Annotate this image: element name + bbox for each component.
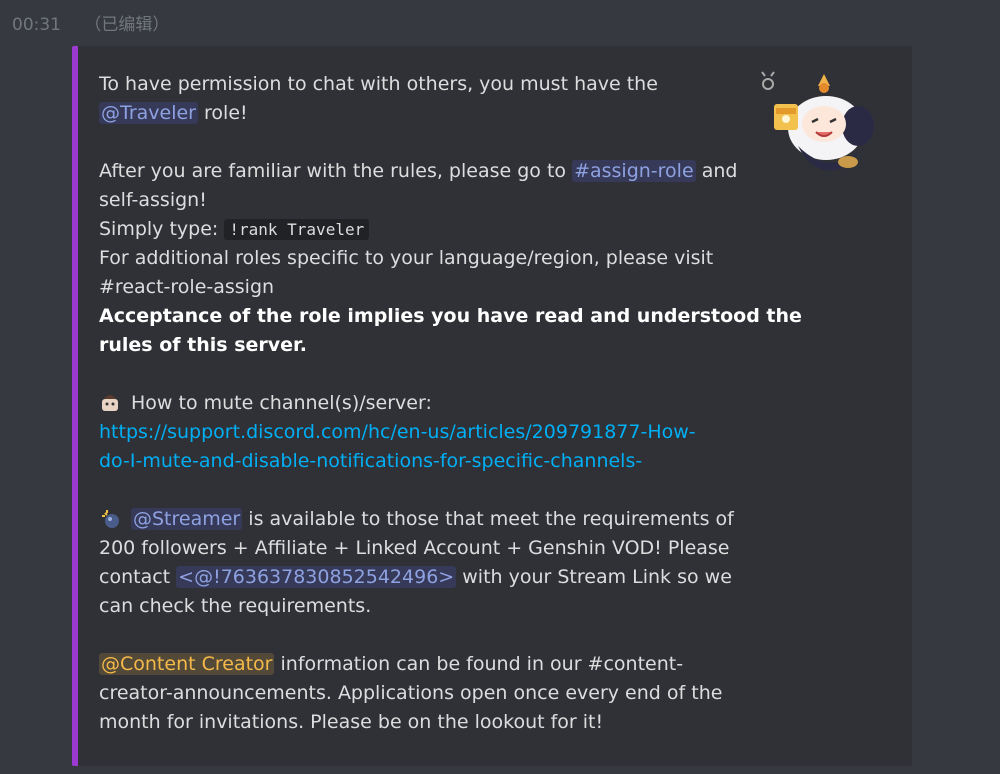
additional-roles-line: For additional roles specific to your la…	[99, 244, 739, 273]
rules-embed: To have permission to chat with others, …	[72, 46, 912, 766]
acceptance-text-2: rules of this server.	[99, 334, 307, 356]
content-creator-role-mention[interactable]: @Content Creator	[99, 653, 275, 675]
role-suffix-text: role!	[197, 102, 248, 124]
user-mention[interactable]: <@!763637830852542496>	[176, 566, 457, 588]
permission-text: To have permission to chat with others, …	[99, 73, 658, 95]
streamer-role-mention[interactable]: @Streamer	[131, 508, 243, 530]
message-meta: 00:31 （已编辑）	[12, 10, 169, 35]
paragraph-permission-2: @Traveler role!	[99, 99, 739, 128]
additional-roles-text: For additional roles specific to your la…	[99, 247, 714, 269]
acceptance-line: Acceptance of the role implies you have …	[99, 302, 802, 331]
discord-message-view: 00:31 （已编辑） To have permission to chat w…	[0, 0, 1000, 774]
content-creator-text-2: creator-announcements. Applications open…	[99, 682, 723, 704]
streamer-requirements-text: 200 followers + Affiliate + Linked Accou…	[99, 537, 730, 559]
traveler-role-mention[interactable]: @Traveler	[99, 102, 198, 124]
simply-type-line: Simply type: !rank Traveler	[99, 215, 739, 244]
paragraph-assign-2: self-assign!	[99, 186, 739, 215]
contact-label: contact	[99, 566, 177, 588]
content-creator-text: information can be found in our #content…	[274, 653, 684, 675]
contact-line: contact <@!763637830852542496> with your…	[99, 563, 739, 592]
edited-indicator: （已编辑）	[84, 15, 170, 35]
mute-link-text-1[interactable]: https://support.discord.com/hc/en-us/art…	[99, 421, 696, 443]
mute-label: How to mute channel(s)/server:	[131, 392, 432, 414]
mute-link-text-2[interactable]: do-I-mute-and-disable-notifications-for-…	[99, 450, 642, 472]
contact-tail-text: can check the requirements.	[99, 595, 372, 617]
acceptance-line-2: rules of this server.	[99, 331, 739, 360]
streamer-line: @Streamer is available to those that mee…	[99, 505, 739, 534]
embed-description: To have permission to chat with others, …	[99, 70, 802, 737]
sparkle-bomb-emoji-icon	[102, 510, 119, 528]
mute-help-link-2[interactable]: do-I-mute-and-disable-notifications-for-…	[99, 447, 739, 476]
rank-command-code: !rank Traveler	[224, 219, 370, 240]
simply-type-label: Simply type:	[99, 218, 225, 240]
streamer-text: is available to those that meet the requ…	[242, 508, 734, 530]
mute-emoji-icon	[102, 395, 118, 411]
streamer-line-2: 200 followers + Affiliate + Linked Accou…	[99, 534, 739, 563]
message-timestamp[interactable]: 00:31	[12, 15, 61, 35]
paragraph-permission: To have permission to chat with others, …	[99, 70, 739, 99]
content-creator-line-3: month for invitations. Please be on the …	[99, 708, 739, 737]
react-role-line: #react-role-assign	[99, 273, 739, 302]
acceptance-text: Acceptance of the role implies you have …	[99, 305, 802, 327]
assign-text: After you are familiar with the rules, p…	[99, 160, 573, 182]
assign-role-channel-link[interactable]: #assign-role	[572, 160, 696, 182]
mute-help-link[interactable]: https://support.discord.com/hc/en-us/art…	[99, 418, 739, 447]
content-creator-text-3: month for invitations. Please be on the …	[99, 711, 604, 733]
contact-line-2: can check the requirements.	[99, 592, 739, 621]
paragraph-assign: After you are familiar with the rules, p…	[99, 157, 739, 186]
mute-line: How to mute channel(s)/server:	[99, 389, 739, 418]
self-assign-text: self-assign!	[99, 189, 207, 211]
assign-after-text: and	[695, 160, 738, 182]
content-creator-line-2: creator-announcements. Applications open…	[99, 679, 739, 708]
contact-after-text: with your Stream Link so we	[456, 566, 732, 588]
react-role-assign-text: #react-role-assign	[99, 276, 275, 298]
chibi-character-sticker-icon[interactable]	[758, 66, 888, 176]
content-creator-line: @Content Creator information can be foun…	[99, 650, 739, 679]
